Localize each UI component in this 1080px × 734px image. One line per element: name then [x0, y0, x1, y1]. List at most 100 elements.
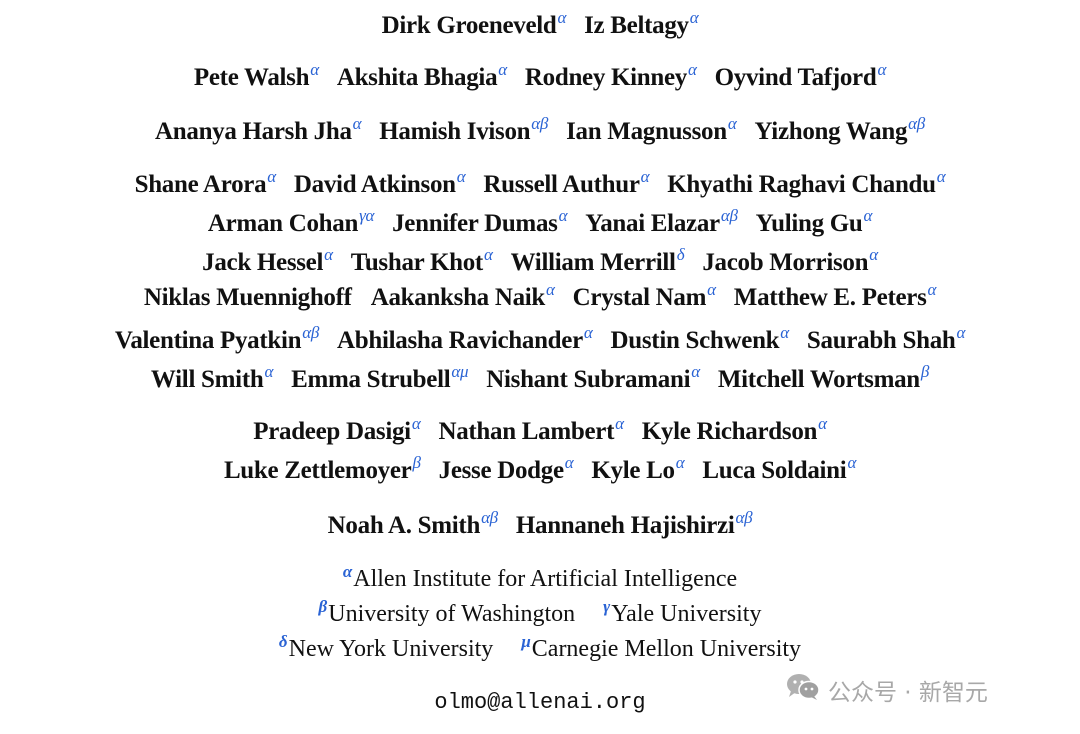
affiliation-mark: α — [615, 414, 624, 433]
affiliation-mark: αβ — [481, 508, 498, 527]
author-name: Kyle Richardson — [641, 418, 818, 445]
author-name: Oyvind Tafjord — [714, 64, 877, 91]
author-name: Saurabh Shah — [806, 327, 956, 354]
author: Ian Magnussonα — [566, 114, 737, 146]
author-name: Will Smith — [150, 366, 264, 393]
affiliation-mark: α — [936, 167, 946, 186]
affiliation-mark: α — [689, 8, 699, 27]
author-name: Rodney Kinney — [524, 64, 687, 91]
author: Valentina Pyatkinαβ — [114, 323, 319, 355]
affiliation-mark: α — [546, 280, 555, 299]
author: Yanai Elazarαβ — [585, 206, 738, 238]
affiliation-row: δNew York University μCarnegie Mellon Uni… — [0, 632, 1080, 663]
author-name: Jesse Dodge — [438, 457, 564, 484]
author-name: Akshita Bhagia — [336, 64, 498, 91]
affiliation: δNew York University — [279, 632, 493, 663]
affiliation: μCarnegie Mellon University — [521, 632, 801, 663]
author-name: Jacob Morrison — [702, 249, 869, 276]
affiliation-mark: α — [264, 362, 274, 381]
affiliation-mark: γα — [359, 206, 375, 225]
author-name: Jack Hessel — [202, 249, 324, 276]
author-name: Nathan Lambert — [438, 418, 615, 445]
author-name: Jennifer Dumas — [392, 210, 558, 237]
author-row: Dirk Groeneveldα Iz Beltagyα — [0, 8, 1080, 40]
author-name: Shane Arora — [134, 171, 267, 198]
affiliation-mark: β — [318, 597, 328, 616]
author-name: Emma Strubell — [291, 366, 451, 393]
author: Yizhong Wangαβ — [754, 114, 925, 146]
affiliation-mark: α — [956, 323, 966, 342]
author-name: Yuling Gu — [755, 210, 863, 237]
author-name: Dirk Groeneveld — [381, 12, 557, 39]
affiliation-mark: α — [310, 60, 319, 79]
author: Akshita Bhagiaα — [336, 60, 507, 92]
affiliation: γYale University — [603, 597, 762, 628]
affiliation-mark: α — [727, 114, 737, 133]
author: Emma Strubellαμ — [291, 362, 468, 394]
affiliation: αAllen Institute for Artificial Intellig… — [343, 562, 737, 593]
affiliation-mark: α — [483, 245, 493, 264]
author-name: Ian Magnusson — [566, 118, 727, 145]
affiliation-mark: α — [640, 167, 650, 186]
affiliation-mark: α — [456, 167, 466, 186]
author: William Merrillδ — [510, 245, 685, 277]
author-name: Kyle Lo — [591, 457, 675, 484]
author: Luke Zettlemoyerβ — [223, 453, 421, 485]
affiliation-name: Yale University — [611, 601, 762, 627]
author-name: Dustin Schwenk — [610, 327, 780, 354]
watermark: 公众号 · 新智元 — [786, 673, 988, 707]
author: Luca Soldainiα — [702, 453, 856, 485]
author: Dirk Groeneveldα — [381, 8, 567, 40]
author-name: Russell Authur — [483, 171, 640, 198]
author: Niklas Muennighoff — [144, 284, 353, 312]
affiliation-mark: α — [707, 280, 716, 299]
affiliation-mark: αβ — [720, 206, 738, 225]
author-name: Valentina Pyatkin — [114, 327, 302, 354]
author-name: Mitchell Wortsman — [717, 366, 920, 393]
author: Kyle Richardsonα — [641, 414, 827, 446]
affiliation-mark: α — [688, 60, 697, 79]
author: Jacob Morrisonα — [702, 245, 878, 277]
watermark-text: 公众号 · 新智元 — [828, 680, 988, 706]
author: Matthew E. Petersα — [733, 280, 937, 312]
affiliation-mark: αβ — [908, 114, 925, 133]
author-name: Yanai Elazar — [585, 210, 720, 237]
affiliation-row: αAllen Institute for Artificial Intellig… — [0, 562, 1080, 593]
affiliation-mark: αμ — [451, 362, 469, 381]
author: Will Smithα — [150, 362, 273, 394]
author-name: Abhilasha Ravichander — [337, 327, 583, 354]
affiliation-mark: α — [847, 453, 857, 472]
affiliation-mark: μ — [521, 632, 531, 651]
author-name: William Merrill — [510, 249, 676, 276]
affiliation-mark: α — [675, 453, 685, 472]
author-name: Hannaneh Hajishirzi — [515, 512, 735, 539]
affiliation-mark: α — [818, 414, 827, 433]
author: Jesse Dodgeα — [438, 453, 574, 485]
author: Russell Authurα — [483, 167, 649, 199]
wechat-icon — [786, 673, 828, 707]
author-row: Niklas Muennighoff Aakanksha Naikα Crystal… — [0, 280, 1080, 312]
author: Abhilasha Ravichanderα — [337, 323, 593, 355]
author-name: Luke Zettlemoyer — [223, 457, 412, 484]
affiliation-name: University of Washington — [328, 601, 576, 627]
author: David Atkinsonα — [294, 167, 466, 199]
author-name: Khyathi Raghavi Chandu — [667, 171, 936, 198]
author: Aakanksha Naikα — [371, 280, 555, 312]
affiliation-mark: β — [412, 453, 421, 472]
author-name: Hamish Ivison — [379, 118, 531, 145]
author: Ananya Harsh Jhaα — [155, 114, 362, 146]
author: Dustin Schwenkα — [610, 323, 790, 355]
author: Khyathi Raghavi Chanduα — [667, 167, 945, 199]
author: Kyle Loα — [591, 453, 684, 485]
author: Rodney Kinneyα — [524, 60, 697, 92]
affiliation-mark: αβ — [302, 323, 320, 342]
author-name: Luca Soldaini — [702, 457, 847, 484]
author-name: Noah A. Smith — [327, 512, 481, 539]
author-name: Matthew E. Peters — [733, 284, 927, 311]
author-row: Noah A. Smithαβ Hannaneh Hajishirziαβ — [0, 508, 1080, 540]
affiliation-row: βUniversity of Washington γYale Universit… — [0, 597, 1080, 628]
author-row: Pete Walshα Akshita Bhagiaα Rodney Kinneyα… — [0, 60, 1080, 92]
author: Shane Aroraα — [134, 167, 277, 199]
author-name: Pete Walsh — [193, 64, 310, 91]
author-name: Arman Cohan — [207, 210, 359, 237]
